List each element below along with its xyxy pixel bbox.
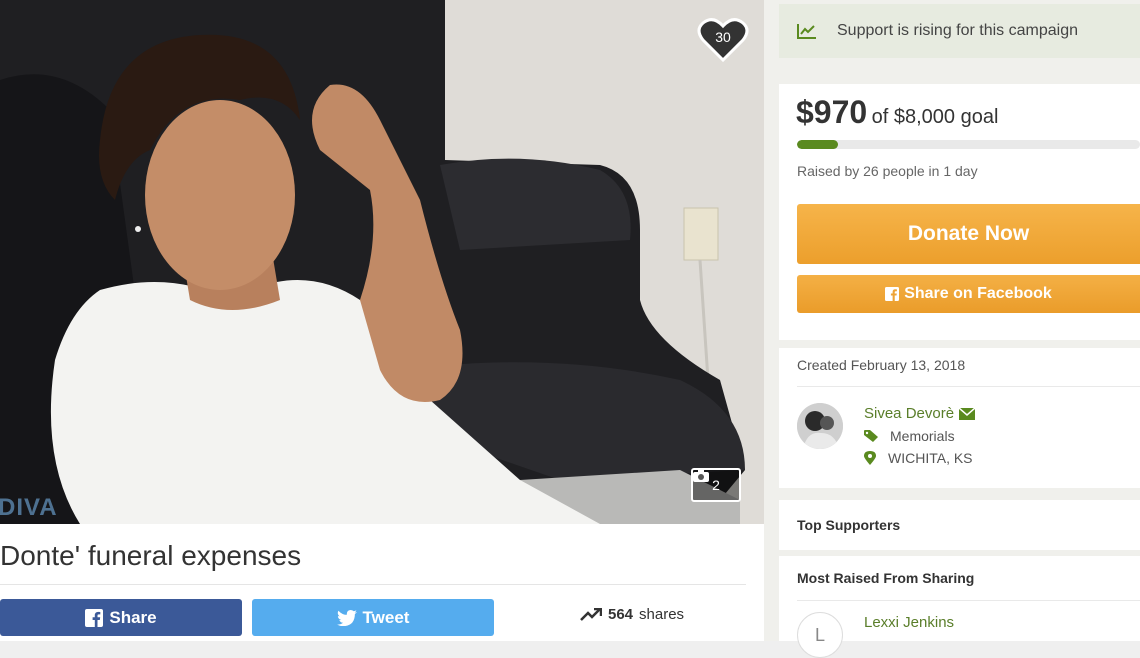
facebook-share-button[interactable]: Share xyxy=(0,599,242,636)
organizer-avatar-image xyxy=(797,403,843,449)
shares-counter: 564 shares xyxy=(580,606,684,623)
support-rising-text: Support is rising for this campaign xyxy=(837,22,1078,39)
tweet-label: Tweet xyxy=(362,607,410,627)
facebook-icon xyxy=(85,608,104,627)
progress-bar xyxy=(797,140,1140,149)
campaign-photo[interactable]: DIVA 30 2 xyxy=(0,0,764,524)
goal-text: of $8,000 goal xyxy=(871,106,999,128)
campaign-title: Donte' funeral expenses xyxy=(0,540,302,571)
supporter-name[interactable]: Lexxi Jenkins xyxy=(864,614,954,631)
share-on-facebook-button[interactable]: Share on Facebook xyxy=(797,275,1140,313)
donate-now-button[interactable]: Donate Now xyxy=(797,204,1140,264)
organizer-avatar[interactable] xyxy=(797,403,843,449)
photo-gallery-button[interactable]: 2 xyxy=(691,468,741,502)
top-supporters-title[interactable]: Top Supporters xyxy=(797,517,900,533)
tweet-button[interactable]: Tweet xyxy=(252,599,494,636)
chart-line-icon xyxy=(797,24,816,39)
progress-bar-fill xyxy=(797,140,839,149)
shares-label: shares xyxy=(639,606,685,623)
raised-by-text: Raised by 26 people in 1 day xyxy=(797,163,978,179)
organizer[interactable]: Sivea Devorè xyxy=(864,405,976,422)
support-rising-banner: Support is rising for this campaign xyxy=(779,4,1140,58)
amount-raised: $970 of $8,000 goal xyxy=(796,94,998,131)
divider xyxy=(797,386,1140,387)
envelope-icon[interactable] xyxy=(959,407,976,420)
trending-up-icon xyxy=(580,607,602,621)
supporter-avatar: L xyxy=(797,612,843,658)
like-count: 30 xyxy=(715,29,731,45)
divider xyxy=(0,584,746,585)
organizer-name[interactable]: Sivea Devorè xyxy=(864,405,954,422)
twitter-bird-icon xyxy=(336,609,357,626)
photo-watermark: DIVA xyxy=(0,494,58,521)
map-pin-icon xyxy=(864,451,876,465)
created-date: Created February 13, 2018 xyxy=(797,357,966,373)
tag-icon xyxy=(864,430,878,442)
campaign-photo-image xyxy=(0,0,764,524)
campaign-category[interactable]: Memorials xyxy=(864,428,955,444)
location-label: WICHITA, KS xyxy=(888,450,973,466)
share-on-facebook-label: Share on Facebook xyxy=(904,285,1052,302)
campaign-location: WICHITA, KS xyxy=(864,450,973,466)
like-heart-button[interactable]: 30 xyxy=(697,16,749,64)
most-raised-title: Most Raised From Sharing xyxy=(797,570,975,586)
camera-icon xyxy=(693,470,709,482)
shares-count: 564 xyxy=(608,606,634,623)
divider xyxy=(797,600,1140,601)
facebook-share-label: Share xyxy=(109,607,157,627)
amount-raised-value: $970 xyxy=(796,94,868,130)
category-label[interactable]: Memorials xyxy=(890,428,955,444)
photo-count: 2 xyxy=(712,477,720,493)
facebook-icon xyxy=(885,287,900,301)
